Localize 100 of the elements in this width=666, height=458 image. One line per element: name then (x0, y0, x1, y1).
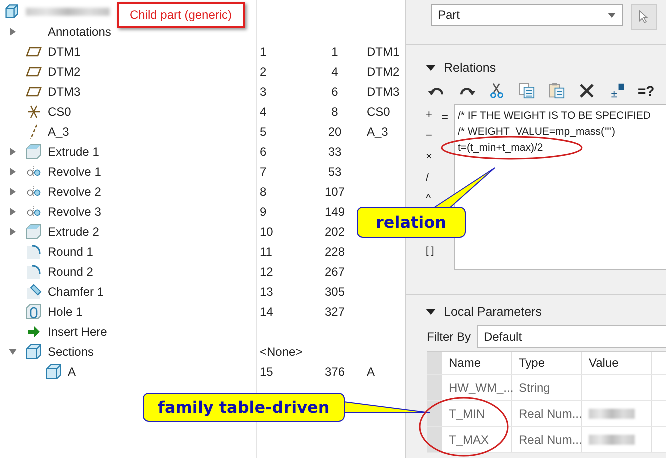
table-cell: 4 (332, 65, 338, 79)
filter-dropdown[interactable]: Default (477, 325, 666, 348)
table-cell: 13 (260, 285, 274, 299)
tree-item[interactable]: Insert Here (48, 325, 108, 339)
table-cell: 1 (332, 45, 338, 59)
delete-icon[interactable] (578, 83, 596, 99)
expand-toggle[interactable] (8, 147, 18, 157)
filter-label: Filter By (427, 330, 472, 344)
tree-item[interactable]: Round 2 (48, 265, 94, 279)
relation-line: t=(t_min+t_max)/2 (458, 141, 544, 156)
table-cell: CS0 (367, 105, 390, 119)
copy-icon[interactable] (518, 83, 536, 99)
table-cell: 8 (260, 185, 267, 199)
table-cell: 1 (260, 45, 267, 59)
tree-item[interactable]: DTM1 (48, 45, 81, 59)
table-cell: 2 (260, 65, 267, 79)
table-cell: HW_WM_... (442, 375, 512, 400)
tree-item[interactable]: Revolve 3 (48, 205, 102, 219)
relations-editor[interactable]: /* IF THE WEIGHT IS TO BE SPECIFIED /* WEIGHT_VALUE=mp_mass("") t=(t_min+t_max)/2 (454, 104, 666, 270)
row-header[interactable] (427, 427, 442, 452)
table-cell: 5 (260, 125, 267, 139)
table-cell: 10 (260, 225, 274, 239)
paste-icon[interactable] (548, 83, 566, 99)
table-cell: T_MAX (442, 427, 512, 452)
tree-item[interactable]: DTM3 (48, 85, 81, 99)
row-header[interactable] (427, 401, 442, 426)
tree-item[interactable]: A (68, 365, 76, 379)
tree-item[interactable]: Sections (48, 345, 94, 359)
tree-item[interactable]: DTM2 (48, 65, 81, 79)
table-cell: Real Num... (512, 427, 582, 452)
table-cell: DTM3 (367, 85, 400, 99)
table-cell: 8 (332, 105, 338, 119)
operator-button[interactable]: ^ (426, 192, 436, 206)
table-cell: 53 (328, 165, 342, 179)
table-cell: 15 (260, 365, 274, 379)
table-cell: 7 (260, 165, 267, 179)
operator-button[interactable]: × (426, 150, 436, 164)
table-cell: 228 (324, 245, 346, 259)
type-dropdown[interactable]: Part (431, 4, 623, 26)
table-cell: <None> (260, 345, 303, 359)
expand-toggle[interactable] (8, 187, 18, 197)
operator-button[interactable]: [ ] (426, 245, 436, 259)
table-cell: A (367, 365, 376, 379)
cursor-icon (639, 10, 649, 24)
callout-pointer (432, 168, 496, 208)
dropdown-arrow-icon[interactable] (608, 12, 616, 18)
tree-item[interactable]: Extrude 1 (48, 145, 100, 159)
table-cell: 376 (324, 365, 346, 379)
tree-item[interactable]: Annotations (48, 25, 112, 39)
collapse-toggle[interactable] (426, 308, 436, 316)
table-cell: 4 (260, 105, 267, 119)
table-cell: 149 (324, 205, 346, 219)
operator-button[interactable]: + (426, 108, 436, 122)
expand-toggle[interactable] (8, 167, 18, 177)
arrow-icon (26, 324, 42, 340)
part-icon (4, 4, 20, 20)
tree-item[interactable]: Extrude 2 (48, 225, 100, 239)
table-cell: 267 (324, 265, 346, 279)
table-cell: 12 (260, 265, 274, 279)
table-cell: DTM2 (367, 65, 400, 79)
relation-line: /* WEIGHT_VALUE=mp_mass("") (458, 125, 616, 140)
blurred-value (589, 434, 635, 444)
expand-toggle[interactable] (8, 227, 18, 237)
section-icon (46, 364, 62, 380)
callout: relation (357, 207, 466, 238)
expand-toggle[interactable] (8, 347, 18, 357)
table-cell: 14 (260, 305, 274, 319)
column-header[interactable]: Value (582, 352, 652, 374)
collapse-toggle[interactable] (426, 64, 436, 72)
table-cell: 327 (324, 305, 346, 319)
column-header[interactable]: Type (512, 352, 582, 374)
expand-toggle[interactable] (8, 207, 18, 217)
relation-line: /* IF THE WEIGHT IS TO BE SPECIFIED (458, 109, 651, 124)
table-cell: 20 (328, 125, 342, 139)
chamfer-icon (26, 284, 42, 300)
table-cell: 33 (328, 145, 342, 159)
cut-icon[interactable] (488, 83, 506, 99)
round-icon (26, 264, 42, 280)
callout: family table-driven (143, 393, 345, 422)
table-cell: 6 (260, 145, 267, 159)
tree-item[interactable]: Revolve 2 (48, 185, 102, 199)
operator-button[interactable]: − (426, 129, 436, 143)
expand-toggle[interactable] (8, 27, 18, 37)
evaluate-button[interactable]: =? (638, 83, 655, 99)
column-header[interactable]: Name (442, 352, 512, 374)
tree-item[interactable]: A_3 (48, 125, 70, 139)
pointer-button[interactable] (631, 4, 657, 30)
tree-item[interactable]: Chamfer 1 (48, 285, 104, 299)
tree-item[interactable]: Round 1 (48, 245, 94, 259)
hole-icon (26, 304, 42, 320)
table-cell: 305 (324, 285, 346, 299)
table-cell: 11 (260, 245, 272, 259)
tree-item[interactable]: CS0 (48, 105, 72, 119)
operator-button[interactable]: / (426, 171, 436, 185)
section-icon (26, 344, 42, 360)
extrude-icon (26, 144, 42, 160)
tree-item[interactable]: Hole 1 (48, 305, 83, 319)
tree-item[interactable]: Revolve 1 (48, 165, 102, 179)
table-cell: 202 (324, 225, 346, 239)
table-cell: 9 (260, 205, 267, 219)
